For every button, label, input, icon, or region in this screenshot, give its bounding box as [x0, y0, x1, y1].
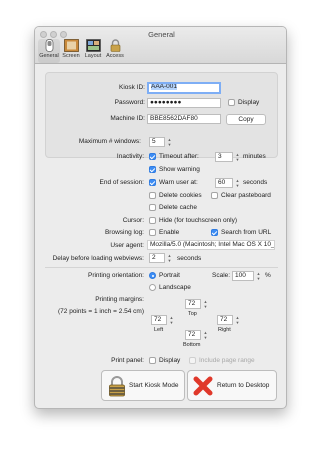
print-panel-label: Print panel: — [111, 357, 144, 364]
right-margin-field[interactable]: 72 — [217, 315, 233, 325]
delay-stepper[interactable]: ▲ ▼ — [167, 253, 172, 263]
display-password-checkbox[interactable] — [228, 99, 235, 106]
scale-stepper[interactable]: ▲ ▼ — [256, 271, 261, 281]
top-margin-label: Top — [188, 311, 197, 317]
timeout-stepper[interactable]: ▲ ▼ — [235, 152, 240, 162]
printing-margins-label: Printing margins: — [95, 296, 144, 303]
inactivity-label: Inactivity: — [116, 153, 144, 160]
minutes-label: minutes — [243, 153, 266, 160]
timeout-field[interactable]: 3 — [215, 152, 233, 162]
kiosk-id-label: Kiosk ID: — [118, 84, 145, 91]
right-margin-stepper[interactable]: ▲ ▼ — [235, 315, 240, 325]
return-to-desktop-button[interactable]: Return to Desktop — [187, 370, 277, 401]
padlock-icon — [108, 39, 123, 52]
portrait-radio[interactable] — [149, 272, 156, 279]
user-agent-field[interactable]: Mozilla/5.0 (Macintosh; Intel Mac OS X 1… — [147, 240, 275, 250]
show-warning-checkbox[interactable] — [149, 166, 156, 173]
include-page-range-label: Include page range — [199, 357, 255, 364]
enable-browsing-log-checkbox[interactable] — [149, 229, 156, 236]
hide-cursor-checkbox[interactable] — [149, 217, 156, 224]
tab-layout[interactable]: Layout — [82, 39, 104, 63]
landscape-radio[interactable] — [149, 284, 156, 291]
window-title: General — [148, 30, 175, 39]
delete-cache-checkbox[interactable] — [149, 204, 156, 211]
max-windows-label: Maximum # windows: — [78, 138, 141, 145]
search-from-url-checkbox[interactable] — [211, 229, 218, 236]
lock-icon — [106, 375, 128, 399]
search-from-url-label: Search from URL — [221, 229, 272, 236]
copy-button[interactable]: Copy — [226, 114, 266, 125]
machine-id-field[interactable]: BBE8562DAF80 — [147, 114, 221, 124]
tab-screen-label: Screen — [62, 53, 80, 59]
show-warning-label: Show warning — [159, 166, 200, 173]
cursor-label: Cursor: — [122, 217, 144, 224]
margins-note: (72 points = 1 inch = 2.54 cm) — [58, 308, 144, 315]
user-agent-label: User agent: — [110, 242, 144, 249]
print-panel-display-checkbox[interactable] — [149, 357, 156, 364]
top-margin-stepper[interactable]: ▲ ▼ — [203, 299, 208, 309]
warn-seconds-stepper[interactable]: ▲ ▼ — [235, 178, 240, 188]
enable-browsing-log-label: Enable — [159, 229, 180, 236]
end-of-session-label: End of session: — [99, 179, 144, 186]
delay-label: Delay before loading webviews: — [52, 255, 144, 262]
start-kiosk-mode-label: Start Kiosk Mode — [129, 382, 179, 389]
preferences-window: General General Screen Layout Access Kio… — [34, 26, 287, 409]
warn-user-checkbox[interactable] — [149, 179, 156, 186]
bottom-margin-label: Bottom — [183, 342, 201, 348]
screen-icon — [63, 39, 79, 52]
bottom-margin-stepper[interactable]: ▲ ▼ — [203, 330, 208, 340]
delete-cookies-label: Delete cookies — [159, 192, 202, 199]
delay-unit-label: seconds — [177, 255, 202, 262]
tab-access-label: Access — [106, 53, 124, 59]
clear-pasteboard-checkbox[interactable] — [211, 192, 218, 199]
kiosk-id-field[interactable]: AAA-001 — [147, 82, 221, 94]
tab-general[interactable]: General — [38, 39, 60, 63]
right-margin-label: Right — [218, 327, 231, 333]
bottom-margin-field[interactable]: 72 — [185, 330, 201, 340]
portrait-label: Portrait — [159, 272, 180, 279]
tab-screen[interactable]: Screen — [60, 39, 82, 63]
divider — [45, 267, 278, 268]
hide-cursor-label: Hide (for touchscreen only) — [159, 217, 238, 224]
start-kiosk-mode-button[interactable]: Start Kiosk Mode — [101, 370, 185, 401]
max-windows-stepper[interactable]: ▲ ▼ — [167, 137, 172, 147]
warn-user-label: Warn user at: — [159, 179, 198, 186]
kiosk-id-value: AAA-001 — [151, 83, 178, 90]
delete-cache-label: Delete cache — [159, 204, 197, 211]
general-switch-icon — [42, 39, 57, 52]
return-to-desktop-label: Return to Desktop — [217, 382, 270, 389]
left-margin-stepper[interactable]: ▲ ▼ — [169, 315, 174, 325]
clear-pasteboard-label: Clear pasteboard — [221, 192, 271, 199]
password-label: Password: — [114, 99, 145, 106]
printing-orientation-label: Printing orientation: — [87, 272, 144, 279]
landscape-label: Landscape — [159, 284, 191, 291]
left-margin-label: Left — [154, 327, 164, 333]
seconds-label: seconds — [243, 179, 268, 186]
timeout-after-label: Timeout after: — [159, 153, 199, 160]
machine-id-label: Machine ID: — [110, 115, 145, 122]
include-page-range-checkbox[interactable] — [189, 357, 196, 364]
display-password-label: Display — [238, 99, 260, 106]
password-field[interactable]: ●●●●●●●● — [147, 98, 221, 108]
scale-field[interactable]: 100 — [232, 271, 254, 281]
tab-layout-label: Layout — [84, 53, 102, 59]
left-margin-field[interactable]: 72 — [151, 315, 167, 325]
print-panel-display-label: Display — [159, 357, 181, 364]
percent-label: % — [265, 272, 271, 279]
title-bar: General General Screen Layout Access — [35, 27, 286, 64]
browsing-log-label: Browsing log: — [104, 229, 144, 236]
delay-field[interactable]: 2 — [149, 253, 165, 263]
timeout-after-checkbox[interactable] — [149, 153, 156, 160]
layout-icon — [85, 39, 101, 52]
warn-seconds-field[interactable]: 60 — [215, 178, 233, 188]
top-margin-field[interactable]: 72 — [185, 299, 201, 309]
tab-general-label: General — [39, 53, 59, 59]
scale-label: Scale: — [212, 272, 231, 279]
delete-cookies-checkbox[interactable] — [149, 192, 156, 199]
red-x-icon — [192, 375, 214, 399]
tab-access[interactable]: Access — [104, 39, 126, 63]
max-windows-field[interactable]: 5 — [149, 137, 165, 147]
